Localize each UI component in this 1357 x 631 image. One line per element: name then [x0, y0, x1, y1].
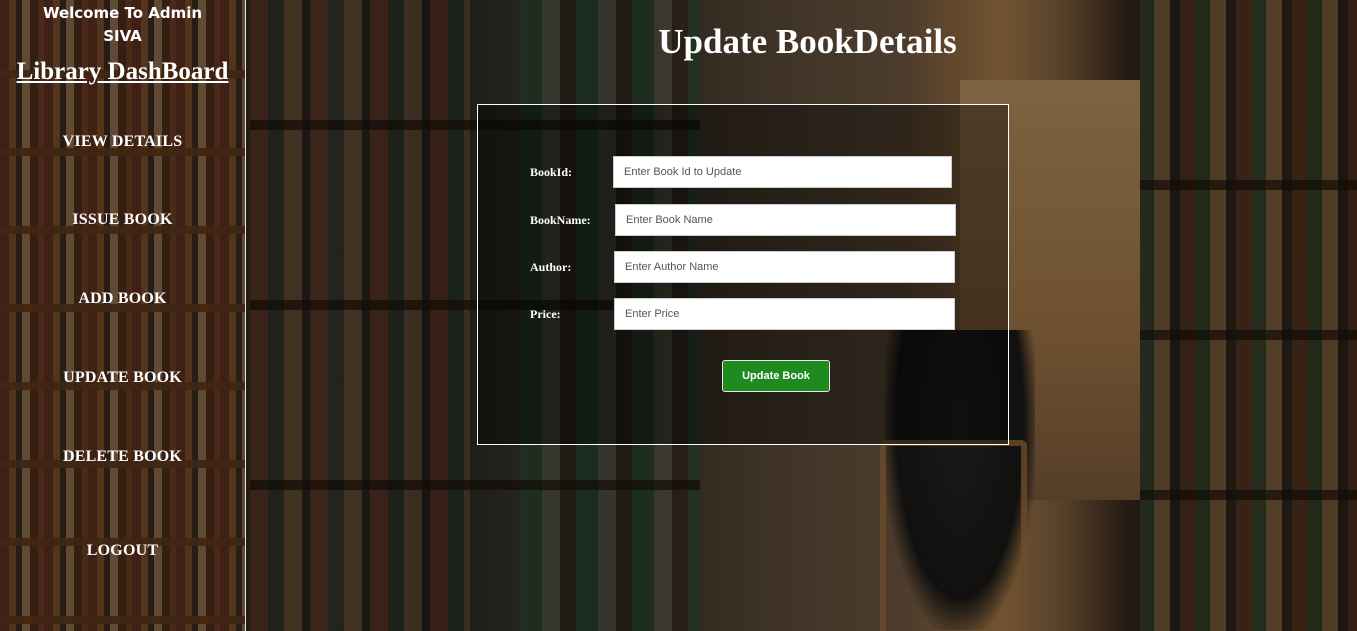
nav-view-details[interactable]: VIEW DETAILS — [0, 133, 245, 151]
author-input[interactable] — [614, 251, 955, 283]
page-title: Update BookDetails — [658, 22, 957, 61]
author-label: Author: — [530, 260, 572, 274]
price-label: Price: — [530, 307, 561, 321]
dashboard-title-link[interactable]: Library DashBoard — [0, 58, 245, 86]
book-id-label: BookId: — [530, 165, 573, 179]
nav-issue-book[interactable]: ISSUE BOOK — [0, 211, 245, 229]
nav-update-book[interactable]: UPDATE BOOK — [0, 369, 245, 387]
price-input[interactable] — [614, 298, 955, 330]
book-id-input[interactable] — [613, 156, 952, 188]
book-name-input[interactable] — [615, 204, 956, 236]
welcome-message: Welcome To Admin SIVA — [0, 2, 245, 48]
welcome-line: Welcome To Admin — [42, 4, 203, 22]
nav-delete-book[interactable]: DELETE BOOK — [0, 448, 245, 466]
update-book-button[interactable]: Update Book — [722, 360, 830, 392]
admin-name: SIVA — [103, 27, 142, 45]
book-name-label: BookName: — [530, 213, 591, 227]
nav-add-book[interactable]: ADD BOOK — [0, 290, 245, 308]
nav-logout[interactable]: LOGOUT — [0, 542, 245, 560]
sidebar: Welcome To Admin SIVA Library DashBoard … — [0, 0, 246, 631]
